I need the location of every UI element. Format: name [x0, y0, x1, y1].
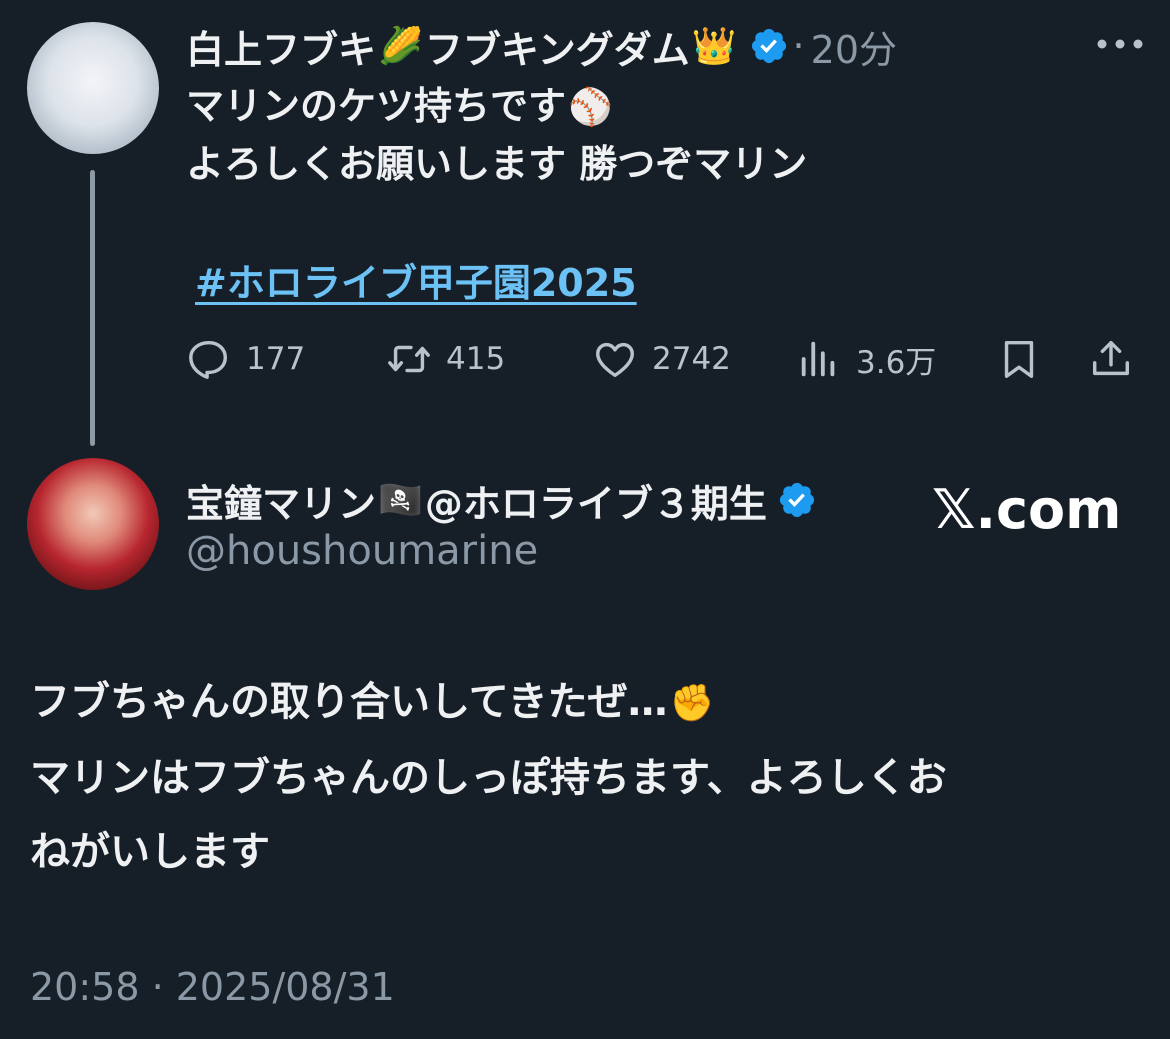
tweet1-separator: · [792, 24, 805, 68]
fist-emoji: ✊ [669, 683, 715, 724]
verified-badge-icon [779, 482, 814, 518]
avatar-fubuki[interactable] [27, 22, 159, 154]
tweet1-time[interactable]: 20分 [811, 19, 897, 74]
crown-emoji: 👑 [691, 26, 737, 67]
tweet1-display-name[interactable]: 白上フブキ [186, 19, 376, 74]
tweet2-body: フブちゃんの取り合いしてきたぜ…✊ マリンはフブちゃんのしっぽ持ちます、よろしく… [30, 665, 1150, 889]
share-button[interactable] [1088, 334, 1134, 384]
tweet2-header: 宝鐘マリン 🏴‍☠️ @ホロライブ３期生 [186, 472, 817, 528]
tweet2-line3: ねがいします [30, 829, 270, 875]
pirate-flag-emoji: 🏴‍☠️ [378, 480, 423, 521]
hashtag-link[interactable]: #ホロライブ甲子園2025 [195, 252, 637, 307]
like-icon [596, 342, 634, 378]
like-button[interactable]: 2742 [592, 334, 731, 384]
tweet2-name-suffix[interactable]: @ホロライブ３期生 [425, 473, 767, 528]
tweet1-line1: マリンのケツ持ちです [186, 84, 567, 128]
retweet-icon [388, 345, 430, 373]
avatar-marine[interactable] [27, 458, 159, 590]
corn-emoji: 🌽 [378, 26, 423, 67]
reply-icon [189, 340, 228, 379]
tweet2-handle[interactable]: @houshoumarine [186, 528, 538, 574]
views-icon [801, 341, 835, 377]
verified-badge-icon [751, 28, 786, 64]
reply-button[interactable]: 177 [186, 334, 305, 384]
tweet1-header: 白上フブキ 🌽 フブキングダム 👑 · 20分 [186, 18, 897, 74]
more-icon[interactable] [1096, 38, 1144, 50]
share-icon [1092, 340, 1130, 376]
retweet-count: 415 [446, 341, 506, 377]
x-com-watermark: 𝕏.com [932, 478, 1122, 541]
views-button[interactable]: 3.6万 [796, 334, 936, 384]
tweet2-timestamp[interactable]: 20:58 · 2025/08/31 [30, 965, 395, 1009]
views-count: 3.6万 [856, 344, 937, 381]
baseball-emoji: ⚾ [568, 87, 613, 128]
tweet1-body: マリンのケツ持ちです⚾ よろしくお願いします 勝つぞマリン [186, 78, 1126, 192]
reply-count: 177 [246, 341, 306, 377]
tweet1-line2: よろしくお願いします 勝つぞマリン [186, 142, 808, 186]
tweet2-line1: フブちゃんの取り合いしてきたぜ… [30, 679, 668, 725]
tweet2-line2: マリンはフブちゃんのしっぽ持ちます、よろしくお [30, 755, 947, 801]
tweet1-name-suffix[interactable]: フブキングダム [425, 19, 690, 74]
retweet-button[interactable]: 415 [386, 334, 505, 384]
thread-connector-line [90, 170, 95, 446]
tweet2-display-name[interactable]: 宝鐘マリン [186, 473, 376, 528]
bookmark-button[interactable] [996, 334, 1042, 384]
like-count: 2742 [652, 341, 731, 377]
bookmark-icon [1004, 340, 1034, 378]
